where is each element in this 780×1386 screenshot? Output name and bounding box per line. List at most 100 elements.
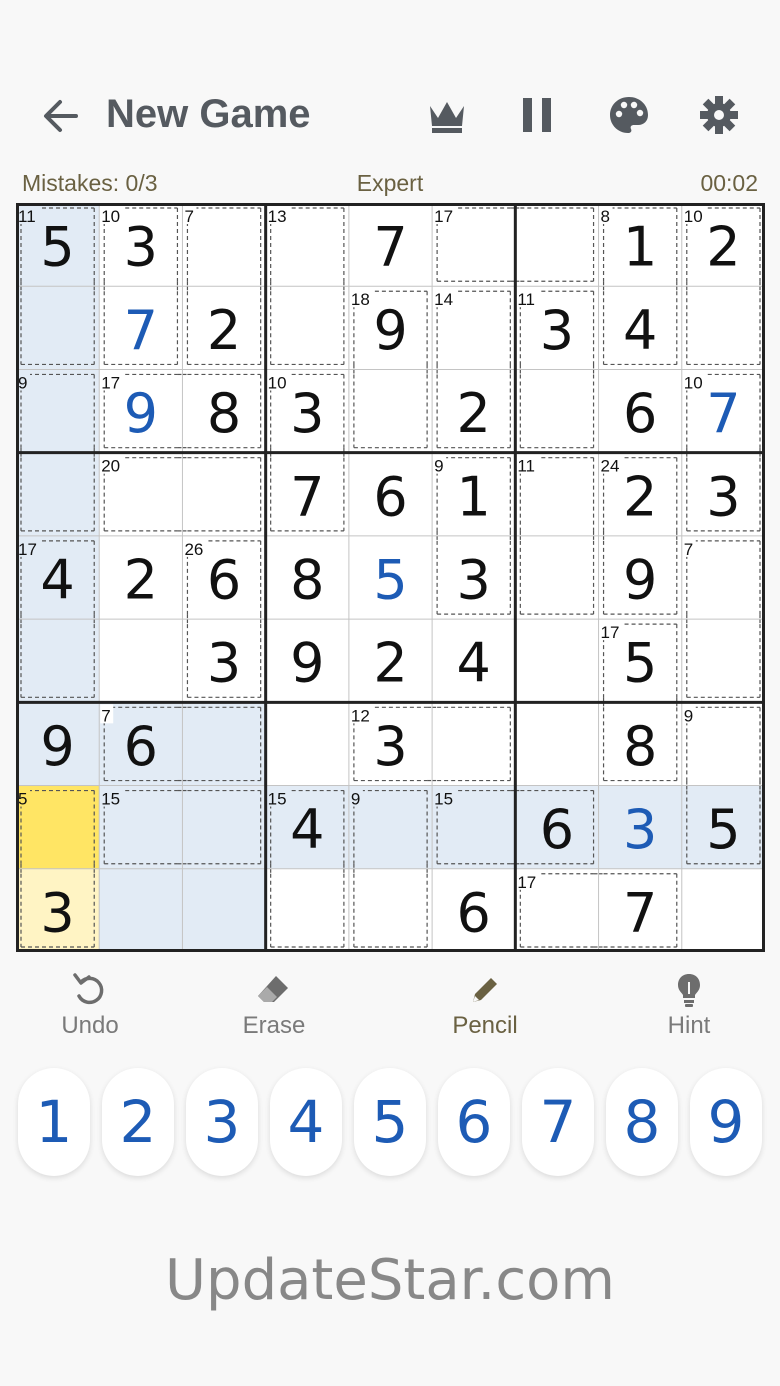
cage-sum: 13 [268,207,287,226]
number-key-2[interactable]: 2 [102,1068,174,1176]
cell-digit: 1 [623,216,657,279]
highlighted-cell[interactable] [182,785,266,869]
cage-sum: 17 [101,373,120,392]
cage-sum: 20 [101,457,120,476]
cage-sum: 15 [434,790,453,809]
cell-digit: 1 [457,465,491,528]
cage-sum: 12 [351,706,370,725]
cell-digit: 6 [373,465,407,528]
number-pad: 1 2 3 4 5 6 7 8 9 [0,1068,780,1178]
cage-sum: 7 [184,207,193,226]
cage-sum: 7 [101,706,110,725]
cell-digit: 9 [124,382,158,445]
top-bar: New Game [0,70,780,160]
cage-sum: 24 [601,457,620,476]
cage-sum: 18 [351,290,370,309]
cell-digit: 9 [40,715,74,778]
gear-icon[interactable] [696,92,742,138]
cell-digit: 8 [623,715,657,778]
cell-digit: 3 [290,382,324,445]
cage-sum: 14 [434,290,453,309]
cell-digit: 3 [124,216,158,279]
cell-digit: 4 [40,549,74,612]
cage-sum: 17 [517,873,536,892]
cell-digit: 5 [373,549,407,612]
cage-sum: 11 [517,457,535,476]
cage-sum: 11 [517,290,535,309]
cell-digit: 6 [623,382,657,445]
lightbulb-icon [678,974,700,1007]
back-arrow-icon[interactable] [40,94,84,138]
cell-digit: 3 [373,715,407,778]
cell-digit: 2 [457,382,491,445]
cell-digit: 6 [457,881,491,944]
cell-digit: 5 [40,216,74,279]
cell-digit: 4 [290,798,324,861]
eraser-icon [258,976,288,1002]
undo-label: Undo [61,1012,119,1039]
cell-digit: 3 [457,549,491,612]
crown-icon[interactable] [424,92,470,138]
cell-digit: 3 [623,798,657,861]
cage-sum: 9 [684,706,693,725]
erase-button[interactable]: Erase [199,970,349,1040]
cage-sum: 11 [18,207,36,226]
cage-sum: 10 [684,207,703,226]
toolbar: Undo Erase Pencil Hint [0,970,780,1050]
cage-sum: 17 [18,540,37,559]
number-key-3[interactable]: 3 [186,1068,258,1176]
cell-digit: 6 [207,549,241,612]
hint-button[interactable]: Hint [614,970,764,1040]
cage-sum: 5 [18,790,27,809]
cell-digit: 2 [124,549,158,612]
highlighted-cell[interactable] [182,702,266,786]
pause-icon[interactable] [514,92,560,138]
highlighted-cell[interactable] [99,868,183,952]
timer: 00:02 [700,170,758,196]
pencil-button[interactable]: Pencil [410,970,560,1040]
highlighted-cell[interactable] [16,619,100,703]
erase-label: Erase [242,1012,306,1039]
number-key-6[interactable]: 6 [438,1068,510,1176]
number-key-1[interactable]: 1 [18,1068,90,1176]
sudoku-board[interactable]: 11 10 7 13 17 8 10 18 9 17 10 14 11 10 20 11 24 26 9 7 17 12 7… [16,203,765,952]
highlighted-cell[interactable] [182,868,266,952]
number-key-4[interactable]: 4 [270,1068,342,1176]
cell-digit: 7 [373,216,407,279]
cell-digit: 2 [623,465,657,528]
cage-sum: 15 [268,790,287,809]
palette-icon[interactable] [606,92,652,138]
difficulty-label: Expert [356,170,424,196]
number-key-7[interactable]: 7 [522,1068,594,1176]
cell-digit: 8 [207,382,241,445]
watermark: UpdateStar.com [165,1248,615,1313]
highlighted-cell[interactable] [16,286,100,370]
cell-digit: 9 [373,299,407,362]
cage-sum: 15 [101,790,120,809]
cage-sum: 9 [18,373,27,392]
cage-sum: 8 [601,207,610,226]
cell-digit: 9 [623,549,657,612]
cage-sum: 9 [351,790,360,809]
cage-sum: 10 [268,373,287,392]
cage-sum: 9 [434,457,443,476]
cell-digit: 7 [706,382,740,445]
cell-digit: 7 [290,465,324,528]
number-key-8[interactable]: 8 [606,1068,678,1176]
undo-button[interactable]: Undo [15,970,165,1040]
cell-digit: 3 [706,465,740,528]
hint-label: Hint [667,1012,711,1039]
cage-sum: 17 [434,207,453,226]
cell-digit: 2 [706,216,740,279]
cage-sum: 7 [684,540,693,559]
cell-digit: 4 [623,299,657,362]
pencil-icon [473,978,497,1002]
highlighted-cell[interactable] [16,452,100,536]
cell-digit: 9 [290,632,324,695]
number-key-5[interactable]: 5 [354,1068,426,1176]
cell-digit: 8 [290,549,324,612]
page-title: New Game [106,92,311,136]
number-key-9[interactable]: 9 [690,1068,762,1176]
board-canvas[interactable]: 11 10 7 13 17 8 10189 17 1014 111020 11 24269717127… [16,203,765,952]
cell-digit: 3 [540,299,574,362]
